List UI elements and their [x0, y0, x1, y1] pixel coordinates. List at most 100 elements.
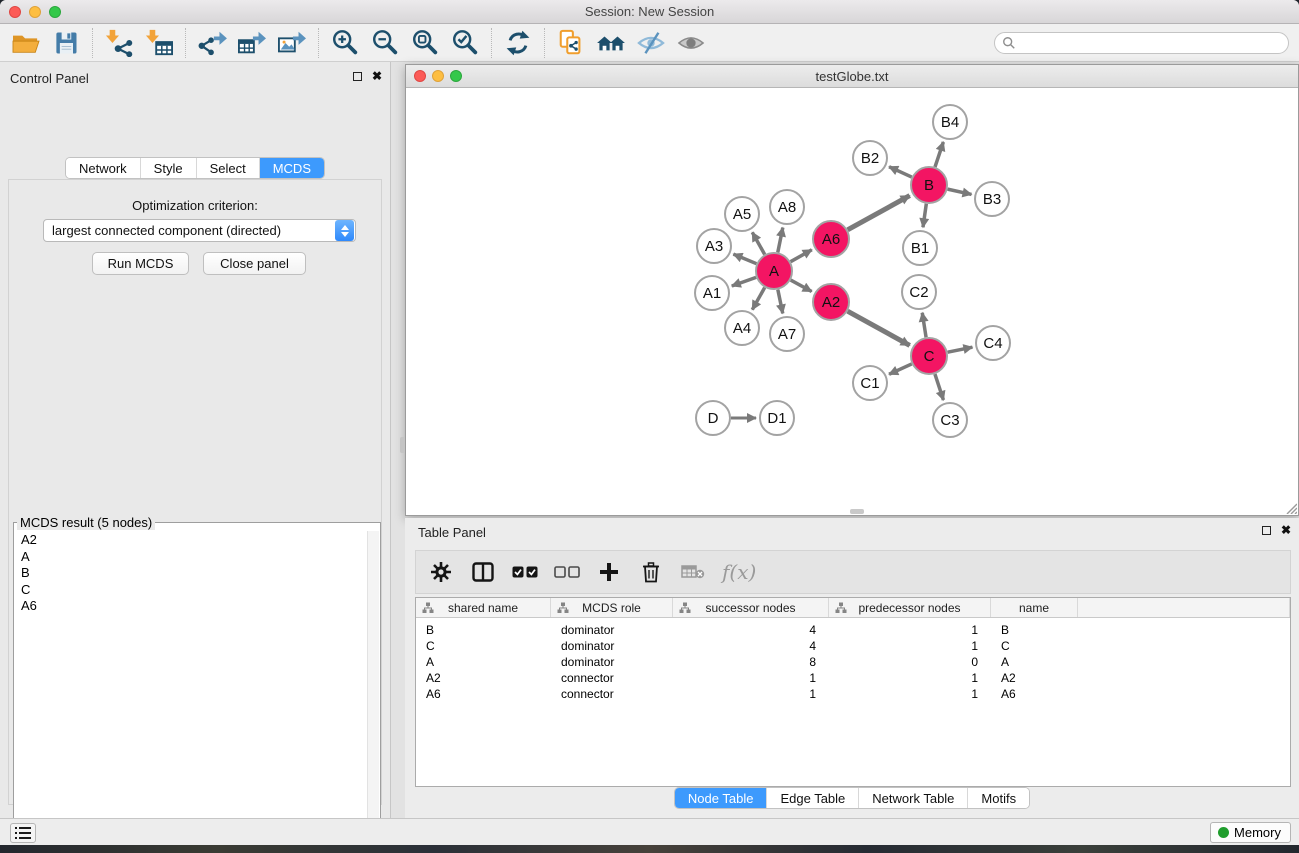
hide-selection-icon[interactable]: [631, 27, 671, 59]
delete-column-icon[interactable]: [638, 559, 664, 585]
float-table-panel-icon[interactable]: [1262, 526, 1271, 535]
table-cell[interactable]: 1: [829, 638, 991, 654]
edge-A-A3[interactable]: [733, 254, 756, 264]
table-cell[interactable]: 1: [829, 622, 991, 638]
close-panel-icon[interactable]: ✖: [372, 71, 382, 81]
task-history-button[interactable]: [10, 823, 36, 843]
tab-network[interactable]: Network: [66, 158, 140, 178]
table-row[interactable]: Adominator80A: [416, 654, 1290, 670]
table-row[interactable]: A6connector11A6: [416, 686, 1290, 702]
export-image-icon[interactable]: [272, 27, 312, 59]
table-cell[interactable]: B: [416, 622, 551, 638]
table-settings-icon[interactable]: [428, 559, 454, 585]
edge-A-A6[interactable]: [791, 250, 812, 262]
column-header-MCDS-role[interactable]: MCDS role: [551, 598, 673, 617]
close-panel-button[interactable]: Close panel: [203, 252, 306, 275]
column-header-successor-nodes[interactable]: successor nodes: [673, 598, 829, 617]
network-window-titlebar[interactable]: testGlobe.txt: [406, 65, 1298, 88]
deselect-all-checkboxes-icon[interactable]: [554, 559, 580, 585]
table-cell[interactable]: 8: [673, 654, 829, 670]
network-canvas[interactable]: B4B2BB3A8A5A6A3B1AC2A1A2A4A7C4CC1C3DD1: [407, 88, 1297, 514]
table-cell[interactable]: A2: [991, 670, 1078, 686]
column-header-name[interactable]: name: [991, 598, 1078, 617]
save-session-icon[interactable]: [46, 27, 86, 59]
edge-A-A4[interactable]: [752, 288, 764, 310]
first-neighbors-icon[interactable]: [591, 27, 631, 59]
zoom-in-icon[interactable]: [325, 27, 365, 59]
run-mcds-button[interactable]: Run MCDS: [92, 252, 189, 275]
memory-button[interactable]: Memory: [1210, 822, 1291, 843]
table-row[interactable]: A2connector11A2: [416, 670, 1290, 686]
table-row[interactable]: Cdominator41C: [416, 638, 1290, 654]
search-input[interactable]: [1016, 34, 1288, 52]
tab-network-table[interactable]: Network Table: [858, 788, 967, 808]
tab-node-table[interactable]: Node Table: [675, 788, 767, 808]
edge-C-C4[interactable]: [948, 347, 973, 352]
zoom-out-icon[interactable]: [365, 27, 405, 59]
result-item[interactable]: A6: [16, 598, 366, 615]
edge-B-B1[interactable]: [923, 204, 926, 227]
column-header-shared-name[interactable]: shared name: [416, 598, 551, 617]
edge-A-A5[interactable]: [752, 232, 764, 254]
table-cell[interactable]: A2: [416, 670, 551, 686]
float-panel-icon[interactable]: [353, 72, 362, 81]
tab-motifs[interactable]: Motifs: [967, 788, 1029, 808]
edge-C-C2[interactable]: [922, 313, 926, 337]
column-header-predecessor-nodes[interactable]: predecessor nodes: [829, 598, 991, 617]
refresh-icon[interactable]: [498, 27, 538, 59]
export-network-icon[interactable]: [192, 27, 232, 59]
table-cell[interactable]: connector: [551, 670, 673, 686]
tab-select[interactable]: Select: [196, 158, 259, 178]
table-cell[interactable]: 1: [673, 686, 829, 702]
table-row[interactable]: Bdominator41B: [416, 622, 1290, 638]
new-network-from-selection-icon[interactable]: [551, 27, 591, 59]
result-item[interactable]: A: [16, 549, 366, 566]
edge-A6-B[interactable]: [848, 196, 910, 230]
table-cell[interactable]: 0: [829, 654, 991, 670]
edge-A-A8[interactable]: [778, 228, 783, 253]
column-visibility-icon[interactable]: [470, 559, 496, 585]
result-item[interactable]: C: [16, 582, 366, 599]
table-cell[interactable]: dominator: [551, 654, 673, 670]
table-cell[interactable]: C: [416, 638, 551, 654]
search-box[interactable]: [994, 32, 1289, 54]
edge-A2-C[interactable]: [848, 311, 910, 345]
result-item[interactable]: A2: [16, 532, 366, 549]
import-network-icon[interactable]: [99, 27, 139, 59]
resize-grip-icon[interactable]: [1284, 501, 1297, 514]
table-cell[interactable]: 4: [673, 638, 829, 654]
table-cell[interactable]: 4: [673, 622, 829, 638]
table-cell[interactable]: 1: [829, 670, 991, 686]
edge-A-A1[interactable]: [732, 277, 756, 286]
edge-A-A2[interactable]: [791, 280, 812, 291]
edge-C-C1[interactable]: [889, 364, 912, 374]
edge-C-C3[interactable]: [935, 374, 944, 400]
export-table-icon[interactable]: [232, 27, 272, 59]
open-session-icon[interactable]: [6, 27, 46, 59]
result-item[interactable]: B: [16, 565, 366, 582]
table-cell[interactable]: A6: [991, 686, 1078, 702]
optimization-criterion-select[interactable]: largest connected component (directed): [43, 219, 356, 242]
table-cell[interactable]: A: [991, 654, 1078, 670]
close-table-panel-icon[interactable]: ✖: [1281, 525, 1291, 535]
node-table[interactable]: shared nameMCDS rolesuccessor nodesprede…: [415, 597, 1291, 787]
edge-B-B4[interactable]: [935, 142, 943, 167]
tab-style[interactable]: Style: [140, 158, 196, 178]
table-cell[interactable]: A6: [416, 686, 551, 702]
edge-B-B2[interactable]: [889, 167, 912, 177]
vertical-scrollbar-thumb[interactable]: [400, 437, 405, 453]
zoom-selected-icon[interactable]: [445, 27, 485, 59]
table-cell[interactable]: 1: [829, 686, 991, 702]
table-cell[interactable]: dominator: [551, 622, 673, 638]
table-cell[interactable]: dominator: [551, 638, 673, 654]
table-cell[interactable]: A: [416, 654, 551, 670]
add-column-icon[interactable]: [596, 559, 622, 585]
table-cell[interactable]: B: [991, 622, 1078, 638]
edge-B-B3[interactable]: [948, 189, 972, 194]
tab-edge-table[interactable]: Edge Table: [766, 788, 858, 808]
import-table-icon[interactable]: [139, 27, 179, 59]
table-cell[interactable]: 1: [673, 670, 829, 686]
tab-mcds[interactable]: MCDS: [259, 158, 324, 178]
edge-A-A7[interactable]: [778, 290, 783, 314]
result-scrollbar[interactable]: [367, 531, 379, 853]
